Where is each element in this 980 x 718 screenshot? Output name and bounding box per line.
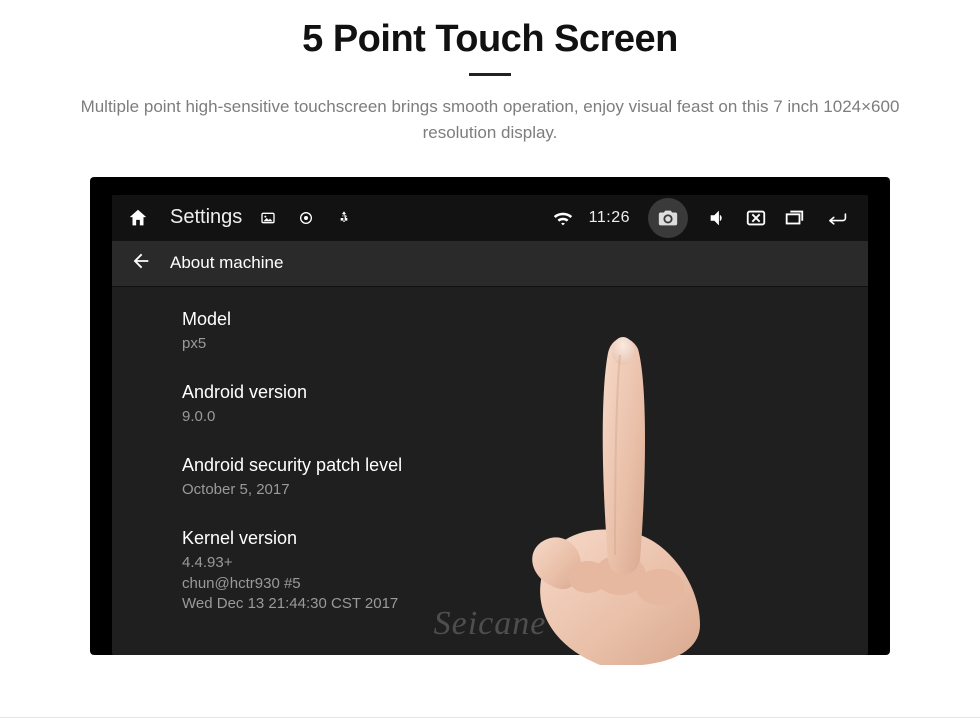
subheader-title: About machine — [170, 253, 283, 273]
home-icon[interactable] — [126, 206, 150, 230]
gallery-icon[interactable] — [256, 206, 280, 230]
target-icon[interactable] — [294, 206, 318, 230]
subheader: About machine — [112, 241, 868, 287]
camera-button[interactable] — [648, 198, 688, 238]
list-item-kernel-version[interactable]: Kernel version 4.4.93+ chun@hctr930 #5 W… — [182, 514, 868, 628]
title-underline — [469, 73, 511, 76]
recent-apps-icon[interactable] — [782, 206, 806, 230]
hero-section: 5 Point Touch Screen Multiple point high… — [0, 0, 980, 147]
list-item-value: October 5, 2017 — [182, 480, 868, 500]
list-item-security-patch[interactable]: Android security patch level October 5, … — [182, 441, 868, 514]
list-item-value: 4.4.93+ chun@hctr930 #5 Wed Dec 13 21:44… — [182, 553, 868, 614]
back-arrow-icon[interactable] — [130, 250, 152, 277]
volume-icon[interactable] — [706, 206, 730, 230]
clock-time: 11:26 — [589, 209, 630, 227]
list-item-label: Android version — [182, 382, 868, 403]
device-frame: Settings 11:26 — [90, 177, 890, 655]
status-bar: Settings 11:26 — [112, 195, 868, 241]
list-item-label: Model — [182, 309, 868, 330]
back-return-icon[interactable] — [820, 206, 854, 230]
about-list: Model px5 Android version 9.0.0 Android … — [112, 287, 868, 629]
hero-title: 5 Point Touch Screen — [0, 18, 980, 61]
statusbar-title: Settings — [170, 206, 242, 229]
list-item-value: px5 — [182, 334, 868, 354]
hero-subtitle: Multiple point high-sensitive touchscree… — [55, 94, 925, 147]
list-item-label: Kernel version — [182, 528, 868, 549]
device-screen: Settings 11:26 — [112, 195, 868, 655]
list-item-label: Android security patch level — [182, 455, 868, 476]
wifi-icon[interactable] — [551, 206, 575, 230]
list-item-model[interactable]: Model px5 — [182, 295, 868, 368]
close-box-icon[interactable] — [744, 206, 768, 230]
list-item-value: 9.0.0 — [182, 407, 868, 427]
list-item-android-version[interactable]: Android version 9.0.0 — [182, 368, 868, 441]
usb-icon[interactable] — [332, 206, 356, 230]
